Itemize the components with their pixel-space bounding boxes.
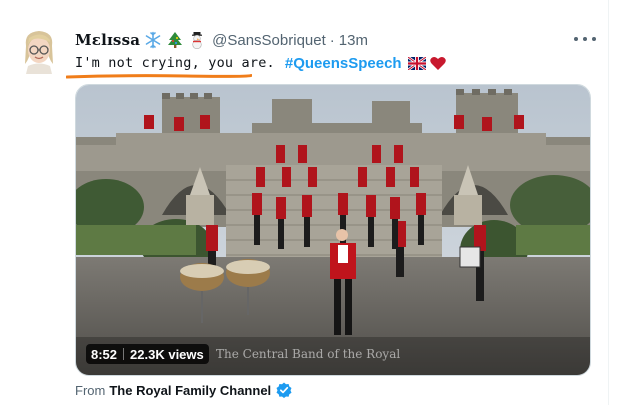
timeline-border <box>608 0 609 405</box>
christmas-tree-icon <box>166 31 184 49</box>
snowflake-icon <box>144 31 162 49</box>
verified-badge-icon <box>276 382 292 398</box>
tweet-text-body: I'm not crying, you are. <box>75 55 275 71</box>
author-name[interactable]: Mɛlɪssa <box>75 31 140 49</box>
more-options-icon[interactable] <box>574 31 596 47</box>
author-handle[interactable]: @SansSobriquet <box>212 32 326 49</box>
video-watermark: The Central Band of the Royal <box>216 347 401 361</box>
video-duration: 8:52 <box>91 346 118 362</box>
uk-flag-icon <box>406 55 427 71</box>
tweet-header: Mɛlɪssa @SansSobriquet · 13m <box>75 29 368 51</box>
timestamp[interactable]: 13m <box>339 32 368 49</box>
hand-drawn-underline <box>66 74 252 79</box>
video-views: 22.3K views <box>130 346 204 362</box>
snowman-icon <box>188 31 206 50</box>
channel-link[interactable]: The Royal Family Channel <box>109 383 271 398</box>
video-source: From The Royal Family Channel <box>75 380 292 400</box>
red-heart-icon <box>429 56 446 71</box>
video-player[interactable] <box>75 84 591 376</box>
separator-dot: · <box>329 31 335 49</box>
avatar[interactable] <box>20 28 58 74</box>
video-duration-badge: 8:52 22.3K views <box>86 344 209 364</box>
source-prefix: From <box>75 382 106 398</box>
tweet-text: I'm not crying, you are. #QueensSpeech <box>75 52 446 74</box>
badge-divider <box>123 348 125 360</box>
hashtag-link[interactable]: #QueensSpeech <box>285 55 402 72</box>
